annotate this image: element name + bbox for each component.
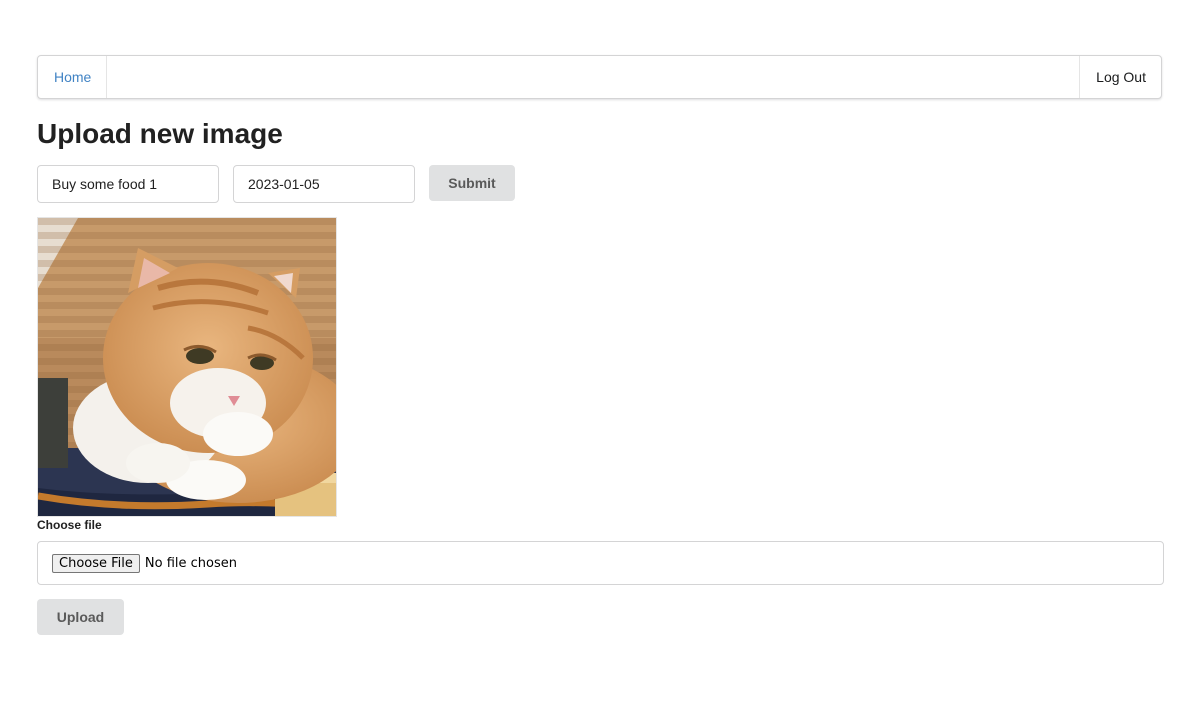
nav-home-link[interactable]: Home — [38, 56, 108, 98]
choose-file-button[interactable]: Choose File — [52, 553, 140, 573]
date-input[interactable] — [233, 165, 415, 203]
page: Home Log Out Upload new image Submit — [0, 0, 1196, 706]
title-input[interactable] — [37, 165, 219, 203]
submit-button[interactable]: Submit — [429, 165, 515, 201]
nav-logout-link[interactable]: Log Out — [1079, 56, 1161, 98]
cat-image — [38, 218, 336, 516]
file-label: Choose file — [37, 518, 102, 532]
uploaded-image — [37, 217, 337, 517]
upload-button[interactable]: Upload — [37, 599, 124, 635]
page-title: Upload new image — [37, 118, 283, 149]
file-input[interactable]: Choose File No file chosen — [37, 541, 1164, 585]
top-menu: Home Log Out — [37, 55, 1162, 99]
file-status-text: No file chosen — [144, 555, 237, 571]
